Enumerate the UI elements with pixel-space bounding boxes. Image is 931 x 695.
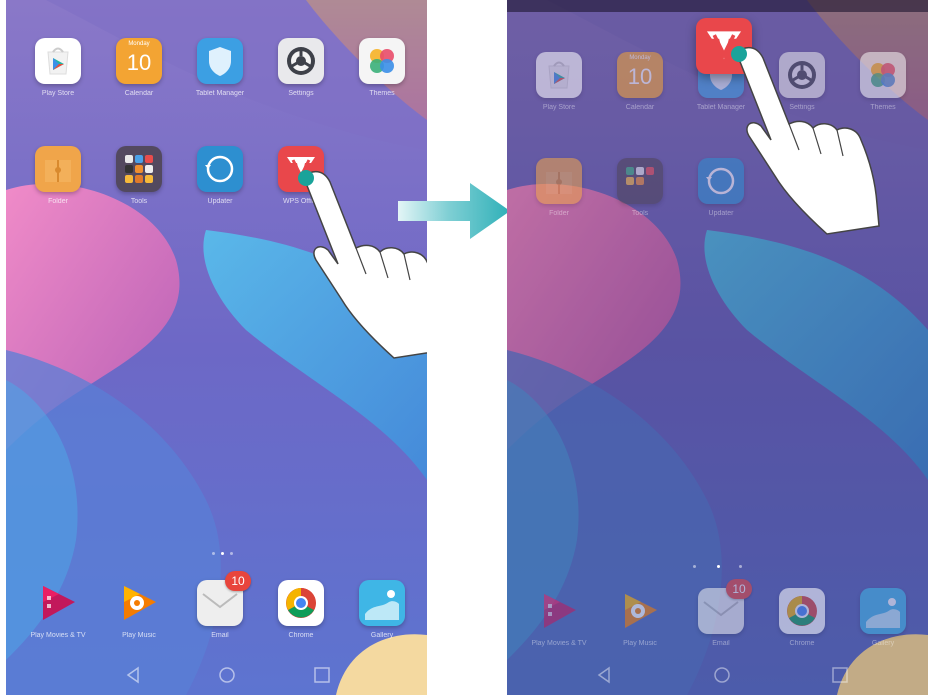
envelope-folder-icon: [35, 146, 81, 192]
app-folder[interactable]: Folder: [519, 158, 599, 217]
page-dot: [212, 552, 215, 555]
home-icon[interactable]: [712, 665, 732, 685]
page-indicator: [693, 565, 742, 571]
page-dot: [693, 565, 696, 568]
play-store-icon: [35, 38, 81, 84]
shield-icon: [197, 38, 243, 84]
calendar-icon: Monday 10: [617, 52, 663, 98]
app-email[interactable]: 10 Email: [180, 571, 260, 639]
app-chrome[interactable]: Chrome: [261, 580, 341, 639]
music-icon: [617, 588, 663, 634]
app-play-movies[interactable]: Play Movies & TV: [18, 580, 98, 639]
gear-icon: [278, 38, 324, 84]
calendar-icon: Monday 10: [116, 38, 162, 84]
refresh-icon: [197, 146, 243, 192]
folder-grid-icon: [617, 158, 663, 204]
app-settings[interactable]: Settings: [261, 38, 341, 97]
app-calendar[interactable]: Monday 10 Calendar: [99, 38, 179, 97]
envelope-folder-icon: [536, 158, 582, 204]
app-play-music[interactable]: Play Music: [99, 580, 179, 639]
home-icon[interactable]: [217, 665, 237, 685]
navigation-bar: [507, 655, 928, 695]
home-screen-before: Play Store Monday 10 Calendar Tablet Man…: [6, 0, 427, 695]
play-store-icon: [536, 52, 582, 98]
app-email[interactable]: 10 Email: [681, 579, 761, 647]
app-gallery[interactable]: Gallery: [843, 588, 923, 647]
recents-icon[interactable]: [830, 665, 850, 685]
email-icon: 10: [698, 579, 752, 634]
touch-point: [298, 170, 314, 186]
page-indicator: [212, 552, 252, 558]
unread-badge: 10: [726, 579, 752, 599]
touch-point: [731, 46, 747, 62]
gallery-icon: [359, 580, 405, 626]
app-updater[interactable]: Updater: [180, 146, 260, 205]
email-icon: 10: [197, 571, 251, 626]
recents-icon[interactable]: [312, 665, 332, 685]
page-dot-active: [221, 552, 224, 555]
app-folder[interactable]: Folder: [18, 146, 98, 205]
folder-grid-icon: [116, 146, 162, 192]
app-play-music[interactable]: Play Music: [600, 588, 680, 647]
app-play-movies[interactable]: Play Movies & TV: [519, 588, 599, 647]
themes-icon: [359, 38, 405, 84]
hand-pointer-icon: [731, 46, 880, 235]
app-calendar[interactable]: Monday 10 Calendar: [600, 52, 680, 111]
app-play-store[interactable]: Play Store: [519, 52, 599, 111]
movie-icon: [536, 588, 582, 634]
page-dot: [739, 565, 742, 568]
back-icon[interactable]: [594, 665, 614, 685]
unread-badge: 10: [225, 571, 251, 591]
movie-icon: [35, 580, 81, 626]
app-gallery[interactable]: Gallery: [342, 580, 422, 639]
page-dot: [230, 552, 233, 555]
chrome-icon: [779, 588, 825, 634]
music-icon: [116, 580, 162, 626]
page-dot-active: [717, 565, 720, 568]
transition-arrow-icon: [398, 183, 510, 239]
app-tools-folder[interactable]: Tools: [600, 158, 680, 217]
app-tablet-manager[interactable]: Tablet Manager: [180, 38, 260, 97]
navigation-bar: [6, 655, 427, 695]
app-themes[interactable]: Themes: [342, 38, 422, 97]
app-chrome[interactable]: Chrome: [762, 588, 842, 647]
home-screen-after: Play Store Monday 10 Calendar Tablet Man…: [507, 0, 928, 695]
gallery-icon: [860, 588, 906, 634]
app-play-store[interactable]: Play Store: [18, 38, 98, 97]
chrome-icon: [278, 580, 324, 626]
back-icon[interactable]: [123, 665, 143, 685]
app-tools-folder[interactable]: Tools: [99, 146, 179, 205]
